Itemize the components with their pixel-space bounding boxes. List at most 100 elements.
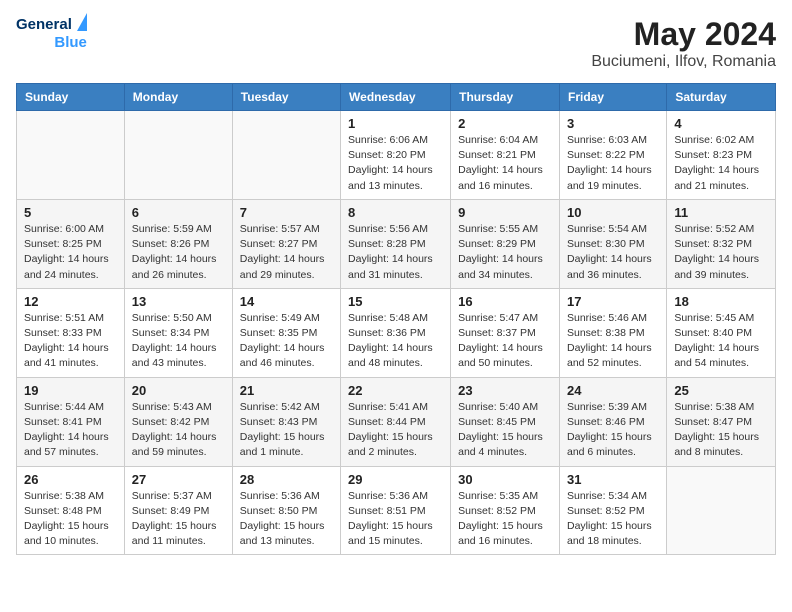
day-number: 1 — [348, 116, 443, 131]
day-detail: Sunrise: 5:45 AMSunset: 8:40 PMDaylight:… — [674, 311, 768, 372]
day-detail: Sunrise: 5:57 AMSunset: 8:27 PMDaylight:… — [240, 222, 333, 283]
calendar-cell: 6 Sunrise: 5:59 AMSunset: 8:26 PMDaylight… — [124, 199, 232, 288]
day-number: 5 — [24, 205, 117, 220]
calendar-week-row: 5 Sunrise: 6:00 AMSunset: 8:25 PMDaylight… — [17, 199, 776, 288]
day-detail: Sunrise: 5:36 AMSunset: 8:51 PMDaylight:… — [348, 489, 443, 550]
day-number: 17 — [567, 294, 659, 309]
day-detail: Sunrise: 5:40 AMSunset: 8:45 PMDaylight:… — [458, 400, 552, 461]
day-number: 7 — [240, 205, 333, 220]
calendar-cell: 5 Sunrise: 6:00 AMSunset: 8:25 PMDaylight… — [17, 199, 125, 288]
calendar-cell: 13Sunrise: 5:50 AMSunset: 8:34 PMDayligh… — [124, 288, 232, 377]
calendar-cell — [232, 111, 340, 200]
day-number: 26 — [24, 472, 117, 487]
calendar-cell: 30 Sunrise: 5:35 AMSunset: 8:52 PMDayligh… — [451, 466, 560, 555]
day-number: 8 — [348, 205, 443, 220]
weekday-header-thursday: Thursday — [451, 84, 560, 111]
calendar-cell: 27Sunrise: 5:37 AMSunset: 8:49 PMDayligh… — [124, 466, 232, 555]
day-number: 14 — [240, 294, 333, 309]
weekday-header-friday: Friday — [559, 84, 666, 111]
day-number: 4 — [674, 116, 768, 131]
day-detail: Sunrise: 5:55 AMSunset: 8:29 PMDaylight:… — [458, 222, 552, 283]
day-number: 28 — [240, 472, 333, 487]
calendar-cell: 23 Sunrise: 5:40 AMSunset: 8:45 PMDayligh… — [451, 377, 560, 466]
day-detail: Sunrise: 5:37 AMSunset: 8:49 PMDaylight:… — [132, 489, 225, 550]
calendar-cell: 16 Sunrise: 5:47 AMSunset: 8:37 PMDayligh… — [451, 288, 560, 377]
day-detail: Sunrise: 6:04 AMSunset: 8:21 PMDaylight:… — [458, 133, 552, 194]
day-detail: Sunrise: 5:38 AMSunset: 8:48 PMDaylight:… — [24, 489, 117, 550]
calendar-cell: 22Sunrise: 5:41 AMSunset: 8:44 PMDayligh… — [341, 377, 451, 466]
calendar-week-row: 1Sunrise: 6:06 AMSunset: 8:20 PMDaylight… — [17, 111, 776, 200]
day-detail: Sunrise: 5:49 AMSunset: 8:35 PMDaylight:… — [240, 311, 333, 372]
calendar-cell — [124, 111, 232, 200]
weekday-header-wednesday: Wednesday — [341, 84, 451, 111]
weekday-header-tuesday: Tuesday — [232, 84, 340, 111]
calendar-cell: 28 Sunrise: 5:36 AMSunset: 8:50 PMDayligh… — [232, 466, 340, 555]
calendar-cell: 17 Sunrise: 5:46 AMSunset: 8:38 PMDayligh… — [559, 288, 666, 377]
calendar-title: May 2024 — [591, 16, 776, 53]
day-number: 25 — [674, 383, 768, 398]
day-number: 10 — [567, 205, 659, 220]
day-number: 23 — [458, 383, 552, 398]
day-detail: Sunrise: 5:43 AMSunset: 8:42 PMDaylight:… — [132, 400, 225, 461]
calendar-cell: 19 Sunrise: 5:44 AMSunset: 8:41 PMDayligh… — [17, 377, 125, 466]
page-header: General Blue May 2024 Buciumeni, Ilfov, … — [16, 16, 776, 71]
day-detail: Sunrise: 5:46 AMSunset: 8:38 PMDaylight:… — [567, 311, 659, 372]
calendar-week-row: 12 Sunrise: 5:51 AMSunset: 8:33 PMDayligh… — [17, 288, 776, 377]
day-number: 16 — [458, 294, 552, 309]
weekday-header-sunday: Sunday — [17, 84, 125, 111]
day-detail: Sunrise: 5:54 AMSunset: 8:30 PMDaylight:… — [567, 222, 659, 283]
day-detail: Sunrise: 6:03 AMSunset: 8:22 PMDaylight:… — [567, 133, 659, 194]
day-detail: Sunrise: 5:56 AMSunset: 8:28 PMDaylight:… — [348, 222, 443, 283]
day-detail: Sunrise: 6:00 AMSunset: 8:25 PMDaylight:… — [24, 222, 117, 283]
day-detail: Sunrise: 6:02 AMSunset: 8:23 PMDaylight:… — [674, 133, 768, 194]
day-number: 12 — [24, 294, 117, 309]
weekday-header-monday: Monday — [124, 84, 232, 111]
calendar-cell: 10 Sunrise: 5:54 AMSunset: 8:30 PMDayligh… — [559, 199, 666, 288]
day-number: 3 — [567, 116, 659, 131]
day-number: 6 — [132, 205, 225, 220]
day-detail: Sunrise: 5:39 AMSunset: 8:46 PMDaylight:… — [567, 400, 659, 461]
logo: General Blue — [16, 16, 87, 52]
day-detail: Sunrise: 5:48 AMSunset: 8:36 PMDaylight:… — [348, 311, 443, 372]
day-detail: Sunrise: 5:42 AMSunset: 8:43 PMDaylight:… — [240, 400, 333, 461]
day-number: 13 — [132, 294, 225, 309]
day-number: 15 — [348, 294, 443, 309]
calendar-cell: 11Sunrise: 5:52 AMSunset: 8:32 PMDayligh… — [667, 199, 776, 288]
calendar-cell — [17, 111, 125, 200]
calendar-cell: 4 Sunrise: 6:02 AMSunset: 8:23 PMDaylight… — [667, 111, 776, 200]
calendar-cell: 7 Sunrise: 5:57 AMSunset: 8:27 PMDaylight… — [232, 199, 340, 288]
logo-text-general: General — [16, 16, 72, 34]
calendar-cell: 26 Sunrise: 5:38 AMSunset: 8:48 PMDayligh… — [17, 466, 125, 555]
day-detail: Sunrise: 5:36 AMSunset: 8:50 PMDaylight:… — [240, 489, 333, 550]
calendar-cell — [667, 466, 776, 555]
day-detail: Sunrise: 5:34 AMSunset: 8:52 PMDaylight:… — [567, 489, 659, 550]
day-number: 22 — [348, 383, 443, 398]
weekday-header-saturday: Saturday — [667, 84, 776, 111]
calendar-cell: 2Sunrise: 6:04 AMSunset: 8:21 PMDaylight… — [451, 111, 560, 200]
day-number: 24 — [567, 383, 659, 398]
logo-text-blue: Blue — [54, 34, 87, 52]
calendar-week-row: 19 Sunrise: 5:44 AMSunset: 8:41 PMDayligh… — [17, 377, 776, 466]
calendar-cell: 15 Sunrise: 5:48 AMSunset: 8:36 PMDayligh… — [341, 288, 451, 377]
calendar-cell: 1Sunrise: 6:06 AMSunset: 8:20 PMDaylight… — [341, 111, 451, 200]
calendar-table: SundayMondayTuesdayWednesdayThursdayFrid… — [16, 83, 776, 555]
day-detail: Sunrise: 5:35 AMSunset: 8:52 PMDaylight:… — [458, 489, 552, 550]
day-detail: Sunrise: 5:44 AMSunset: 8:41 PMDaylight:… — [24, 400, 117, 461]
calendar-cell: 31Sunrise: 5:34 AMSunset: 8:52 PMDayligh… — [559, 466, 666, 555]
day-number: 18 — [674, 294, 768, 309]
day-number: 30 — [458, 472, 552, 487]
day-number: 19 — [24, 383, 117, 398]
calendar-cell: 20 Sunrise: 5:43 AMSunset: 8:42 PMDayligh… — [124, 377, 232, 466]
calendar-cell: 14 Sunrise: 5:49 AMSunset: 8:35 PMDayligh… — [232, 288, 340, 377]
calendar-cell: 8 Sunrise: 5:56 AMSunset: 8:28 PMDaylight… — [341, 199, 451, 288]
day-detail: Sunrise: 5:47 AMSunset: 8:37 PMDaylight:… — [458, 311, 552, 372]
calendar-cell: 21Sunrise: 5:42 AMSunset: 8:43 PMDayligh… — [232, 377, 340, 466]
calendar-week-row: 26 Sunrise: 5:38 AMSunset: 8:48 PMDayligh… — [17, 466, 776, 555]
day-detail: Sunrise: 5:59 AMSunset: 8:26 PMDaylight:… — [132, 222, 225, 283]
day-detail: Sunrise: 5:51 AMSunset: 8:33 PMDaylight:… — [24, 311, 117, 372]
calendar-cell: 24 Sunrise: 5:39 AMSunset: 8:46 PMDayligh… — [559, 377, 666, 466]
title-block: May 2024 Buciumeni, Ilfov, Romania — [591, 16, 776, 71]
day-detail: Sunrise: 5:38 AMSunset: 8:47 PMDaylight:… — [674, 400, 768, 461]
day-number: 20 — [132, 383, 225, 398]
calendar-cell: 29Sunrise: 5:36 AMSunset: 8:51 PMDayligh… — [341, 466, 451, 555]
